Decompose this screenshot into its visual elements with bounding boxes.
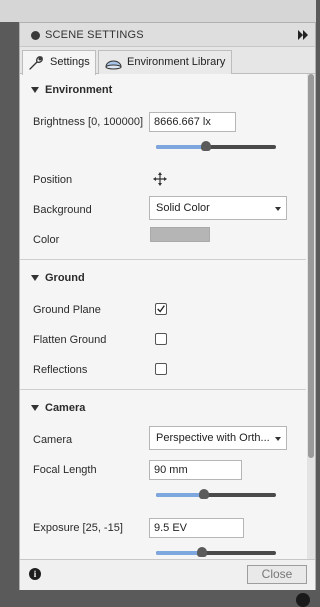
- exposure-label: Exposure [25, -15]: [33, 522, 123, 534]
- panel-collapse-icon[interactable]: [31, 31, 40, 40]
- section-divider: [20, 389, 306, 390]
- position-label: Position: [33, 174, 73, 186]
- ground-plane-label: Ground Plane: [33, 304, 101, 316]
- slider-thumb[interactable]: [199, 489, 209, 499]
- section-divider: [20, 259, 306, 260]
- tab-settings[interactable]: Settings: [22, 50, 96, 75]
- camera-select[interactable]: Perspective with Orth...: [149, 426, 287, 450]
- color-swatch[interactable]: [150, 227, 210, 242]
- info-icon[interactable]: i: [29, 568, 41, 580]
- exposure-slider[interactable]: [156, 547, 276, 558]
- environment-heading: Environment: [45, 84, 113, 96]
- environment-section-header[interactable]: Environment: [20, 80, 309, 102]
- close-button[interactable]: Close: [247, 565, 307, 584]
- background-select[interactable]: Solid Color: [149, 196, 287, 220]
- dome-icon: [105, 60, 122, 70]
- panel-titlebar[interactable]: SCENE SETTINGS: [20, 23, 315, 47]
- collapse-triangle-icon: [31, 87, 39, 93]
- tab-bar: Settings Environment Library: [20, 47, 315, 75]
- collapse-triangle-icon: [31, 405, 39, 411]
- scrollbar-thumb[interactable]: [308, 74, 314, 458]
- scene-settings-panel: SCENE SETTINGS Settings Environment Libr…: [19, 22, 316, 590]
- panel-title: SCENE SETTINGS: [45, 29, 144, 41]
- color-label: Color: [33, 234, 60, 246]
- ground-heading: Ground: [45, 272, 85, 284]
- move-icon[interactable]: [153, 172, 167, 186]
- camera-heading: Camera: [45, 402, 86, 414]
- camera-section-header[interactable]: Camera: [20, 398, 309, 420]
- expand-panel-icon[interactable]: [298, 30, 309, 40]
- background-label: Background: [33, 204, 92, 216]
- chevron-down-icon: [275, 207, 281, 211]
- tab-environment-library-label: Environment Library: [127, 56, 226, 68]
- reflections-checkbox[interactable]: [155, 363, 167, 375]
- tab-environment-library[interactable]: Environment Library: [98, 50, 232, 74]
- focal-length-label: Focal Length: [33, 464, 97, 476]
- chevron-down-icon: [275, 437, 281, 441]
- flatten-ground-checkbox[interactable]: [155, 333, 167, 345]
- camera-label: Camera: [33, 434, 73, 446]
- focal-length-input[interactable]: 90 mm: [149, 460, 242, 480]
- brightness-label: Brightness [0, 100000]: [33, 116, 144, 128]
- wrench-icon: [29, 56, 43, 70]
- camera-select-value: Perspective with Orth...: [156, 432, 270, 444]
- scrollbar[interactable]: [307, 74, 315, 559]
- brightness-slider[interactable]: [156, 141, 276, 152]
- slider-thumb[interactable]: [196, 547, 207, 557]
- tab-settings-label: Settings: [50, 56, 90, 68]
- background-select-value: Solid Color: [156, 202, 210, 214]
- focal-length-slider[interactable]: [156, 489, 276, 500]
- ground-plane-checkbox[interactable]: [155, 303, 167, 315]
- settings-content: Environment Brightness [0, 100000] 8666.…: [20, 74, 315, 559]
- brightness-input[interactable]: 8666.667 lx: [149, 112, 236, 132]
- exposure-input[interactable]: 9.5 EV: [149, 518, 244, 538]
- reflections-label: Reflections: [33, 364, 88, 376]
- ground-section-header[interactable]: Ground: [20, 268, 309, 290]
- panel-footer: i Close: [20, 559, 315, 590]
- slider-thumb[interactable]: [201, 141, 212, 151]
- collapse-triangle-icon: [31, 275, 39, 281]
- checkmark-icon: [157, 305, 165, 313]
- flatten-ground-label: Flatten Ground: [33, 334, 107, 346]
- background-strip: [0, 0, 316, 22]
